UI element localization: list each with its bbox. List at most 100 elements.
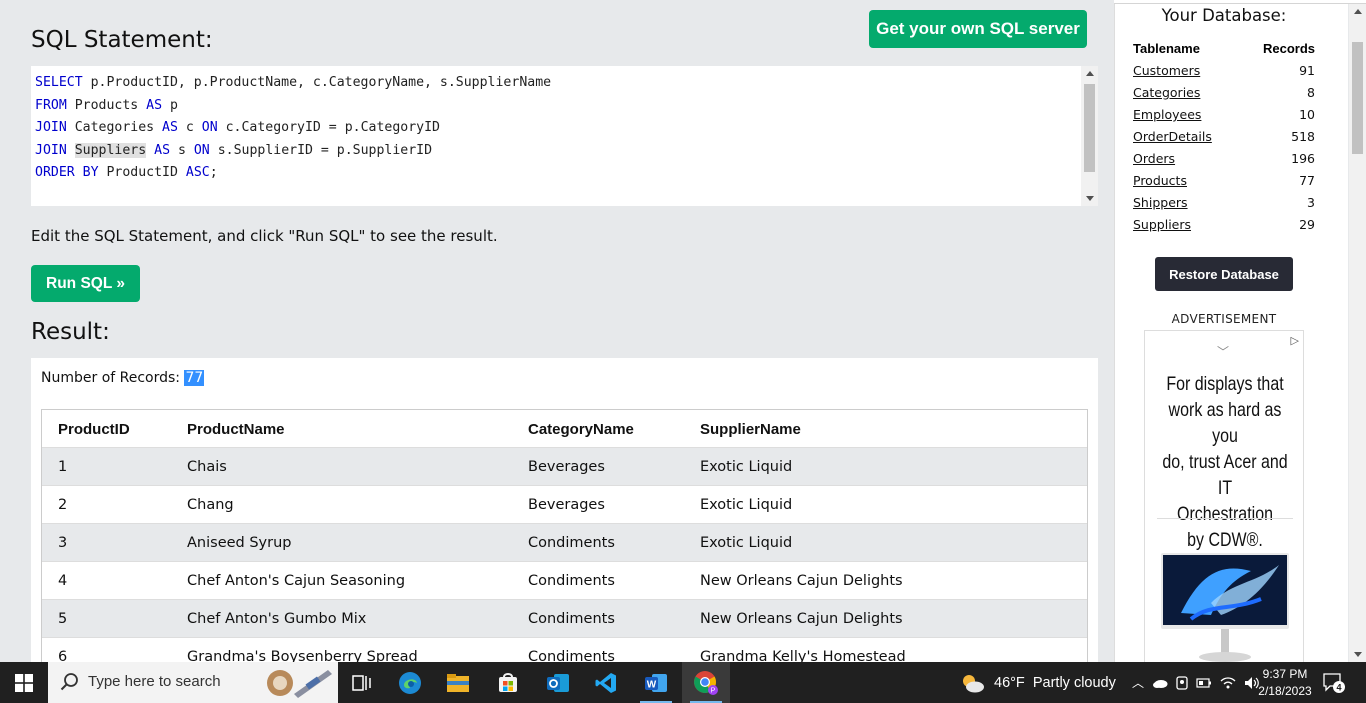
battery-icon[interactable] [1196,677,1212,689]
chevron-down-icon[interactable]: ﹀ [1217,343,1229,360]
db-table-link[interactable]: Shippers [1133,195,1188,210]
task-view-button[interactable] [338,662,386,703]
scroll-down-arrow-icon[interactable] [1086,196,1094,201]
get-sql-server-button[interactable]: Get your own SQL server [869,10,1087,48]
db-table-link[interactable]: Orders [1133,151,1175,166]
wifi-icon[interactable] [1220,676,1236,690]
start-button[interactable] [0,662,48,703]
table-cell: Exotic Liquid [700,535,793,551]
taskbar-app-chrome[interactable]: P [682,662,730,703]
editor-scrollbar[interactable] [1081,66,1098,206]
table-cell: New Orleans Cajun Delights [700,573,903,589]
sql-line[interactable]: SELECT p.ProductID, p.ProductName, c.Cat… [35,72,551,95]
column-header: SupplierName [700,421,801,438]
onedrive-icon[interactable] [1152,677,1168,689]
table-cell: Chef Anton's Cajun Seasoning [187,573,406,589]
db-record-count: 196 [1291,151,1315,166]
table-cell: New Orleans Cajun Delights [700,611,903,627]
table-cell: Chef Anton's Gumbo Mix [187,611,367,627]
table-row: 3 Aniseed Syrup Condiments Exotic Liquid [42,524,1087,562]
sql-text: s [170,142,194,158]
scroll-down-arrow-icon[interactable] [1354,652,1362,657]
taskbar-app-word[interactable]: W [632,662,680,703]
search-highlight-image [267,670,332,698]
sql-code[interactable]: SELECT p.ProductID, p.ProductName, c.Cat… [35,72,551,185]
taskbar-app-vscode[interactable] [582,662,630,703]
records-count: 77 [184,370,205,386]
table-cell: Exotic Liquid [700,459,793,475]
system-clock[interactable]: 9:37 PM 2/18/2023 [1248,666,1322,700]
taskbar-app-outlook[interactable] [534,662,582,703]
instructions-text: Edit the SQL Statement, and click "Run S… [31,227,498,245]
meet-now-icon[interactable] [1176,675,1188,690]
word-icon: W [645,673,667,692]
edge-icon [399,671,421,694]
search-input[interactable] [88,673,258,690]
restore-database-button[interactable]: Restore Database [1155,257,1293,291]
table-cell: 3 [58,535,68,551]
db-table-link[interactable]: Employees [1133,107,1201,122]
table-cell: 6 [58,649,68,662]
ad-text-line: by CDW®. [1187,529,1263,551]
run-sql-button[interactable]: Run SQL » [31,265,140,302]
records-line: Number of Records: 77 [41,370,205,386]
sql-keyword: JOIN [35,142,67,158]
chevron-up-icon[interactable]: ︿ [1132,674,1144,691]
table-cell: Beverages [528,497,605,513]
clock-time: 9:37 PM [1262,667,1308,681]
records-header: Records [1262,41,1315,56]
scroll-up-arrow-icon[interactable] [1086,71,1094,76]
db-record-count: 3 [1307,195,1315,210]
db-table-link[interactable]: Products [1133,173,1187,188]
ad-choices-icon[interactable]: ▷ [1291,334,1299,347]
taskbar-app-edge[interactable] [386,662,434,703]
page-scrollbar[interactable] [1349,4,1366,662]
table-cell: Condiments [528,573,615,589]
sql-line[interactable]: JOIN Categories AS c ON c.CategoryID = p… [35,117,551,140]
table-cell: Condiments [528,535,615,551]
table-cell: Chais [187,459,227,475]
taskbar-app-store[interactable] [484,662,532,703]
table-cell: 5 [58,611,68,627]
column-header: CategoryName [528,421,634,438]
db-table-link[interactable]: OrderDetails [1133,129,1212,144]
db-table-row: OrderDetails 518 [1133,129,1315,144]
db-table-row: Suppliers 29 [1133,217,1315,232]
ad-text-line: work as hard as you [1168,399,1282,447]
sql-line[interactable]: ORDER BY ProductID ASC; [35,162,551,185]
db-table-link[interactable]: Categories [1133,85,1200,100]
sql-text: Suppliers [74,142,147,158]
editor-scroll-thumb[interactable] [1084,84,1095,172]
db-table-link[interactable]: Customers [1133,63,1200,78]
scroll-up-arrow-icon[interactable] [1354,9,1362,14]
advertisement-banner[interactable]: ▷ ﹀ For displays that work as hard as yo… [1144,330,1304,665]
taskbar-app-file-explorer[interactable] [434,662,482,703]
chrome-icon: P [694,670,718,695]
sql-keyword: SELECT [35,75,83,90]
search-icon [60,673,78,691]
sql-line[interactable]: JOIN Suppliers AS s ON s.SupplierID = p.… [35,140,551,163]
table-cell: Aniseed Syrup [187,535,292,551]
sql-text: Products [66,97,147,113]
table-cell: Beverages [528,459,605,475]
taskbar-search[interactable] [48,662,338,703]
task-view-icon [352,674,371,691]
table-cell: Grandma's Boysenberry Spread [187,649,418,662]
sql-editor[interactable]: SELECT p.ProductID, p.ProductName, c.Cat… [31,66,1098,206]
page-scroll-thumb[interactable] [1352,42,1363,154]
ad-text-line: Orchestration [1177,503,1273,525]
notification-center-button[interactable]: 4 [1322,672,1346,699]
table-cell: Condiments [528,611,615,627]
db-table-link[interactable]: Suppliers [1133,217,1191,232]
db-table-row: Shippers 3 [1133,195,1315,210]
db-record-count: 77 [1299,173,1315,188]
weather-temperature: 46°F [994,674,1025,691]
result-table: ProductID ProductName CategoryName Suppl… [41,409,1088,662]
sql-line[interactable]: FROM Products AS p [35,95,551,118]
sql-text: ; [209,165,218,180]
db-record-count: 8 [1307,85,1315,100]
table-row: 6 Grandma's Boysenberry Spread Condiment… [42,638,1087,662]
notification-count: 4 [1336,683,1341,693]
weather-widget[interactable]: 46°F Partly cloudy [960,662,1116,703]
